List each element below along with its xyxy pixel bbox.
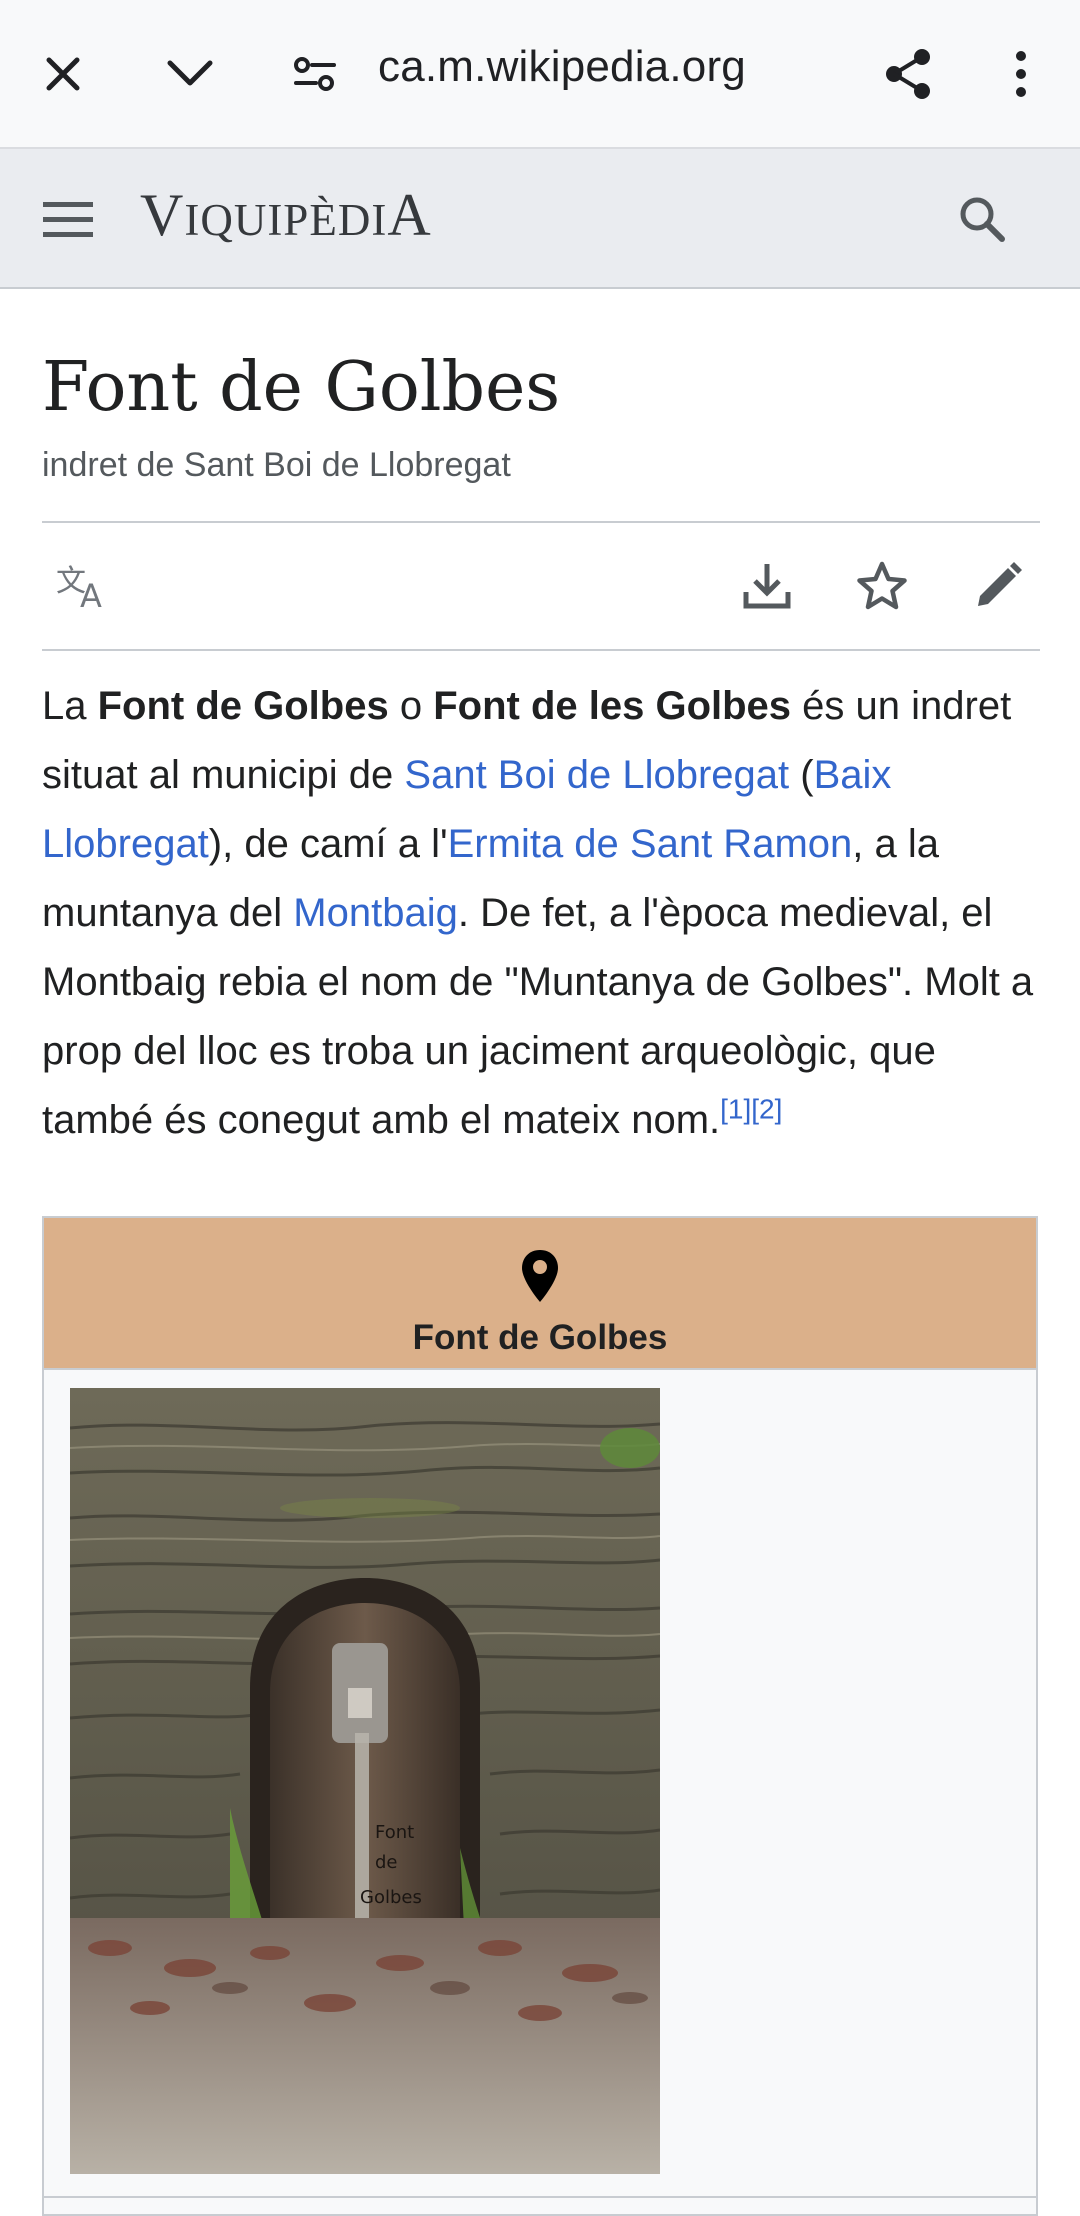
search-icon[interactable] (952, 189, 1012, 249)
page-title: Font de Golbes (42, 348, 561, 427)
intro-bold-alt-name: Font de les Golbes (433, 684, 792, 728)
citation-2[interactable]: [2] (751, 1094, 782, 1125)
actions-divider (42, 649, 1040, 651)
link-montbaig[interactable]: Montbaig (293, 891, 458, 935)
link-sant-boi[interactable]: Sant Boi de Llobregat (404, 753, 789, 797)
citations: [1][2] (720, 1094, 782, 1125)
svg-text:Golbes: Golbes (360, 1887, 422, 1908)
intro-text: ( (789, 753, 814, 797)
watch-star-icon[interactable] (852, 556, 912, 616)
share-icon[interactable] (878, 44, 938, 104)
citation-1[interactable]: [1] (720, 1094, 751, 1125)
link-ermita-sant-ramon[interactable]: Ermita de Sant Ramon (448, 822, 853, 866)
edit-pencil-icon[interactable] (968, 556, 1028, 616)
svg-text:Font: Font (375, 1822, 414, 1843)
wordmark-v: V (140, 182, 185, 248)
chevron-down-icon[interactable] (160, 44, 220, 104)
map-pin-icon (522, 1250, 558, 1302)
intro-bold-name: Font de Golbes (97, 684, 389, 728)
wiki-header: VIQUIPÈDIA (0, 149, 1080, 289)
download-icon[interactable] (737, 556, 797, 616)
menu-icon[interactable] (38, 189, 98, 249)
infobox-header: Font de Golbes (44, 1218, 1036, 1370)
page-subtitle: indret de Sant Boi de Llobregat (42, 446, 511, 484)
close-tab-icon[interactable] (33, 44, 93, 104)
svg-text:de: de (375, 1852, 398, 1873)
infobox-row-divider (44, 2196, 1036, 2198)
language-icon[interactable]: 文 A (54, 556, 114, 616)
intro-text: La (42, 684, 98, 728)
wordmark-middle: IQUIPÈDI (184, 195, 388, 245)
browser-toolbar: ca.m.wikipedia.org (0, 0, 1080, 147)
more-options-icon[interactable] (991, 44, 1051, 104)
url-field[interactable]: ca.m.wikipedia.org (378, 42, 746, 92)
title-divider (42, 521, 1040, 523)
intro-text: o (388, 684, 434, 728)
infobox: Font de Golbes Font de Golbes (42, 1216, 1038, 2216)
intro-text: ), de camí a l' (208, 822, 448, 866)
infobox-title: Font de Golbes (412, 1318, 668, 1357)
wiki-wordmark[interactable]: VIQUIPÈDIA (140, 181, 432, 250)
svg-text:A: A (80, 577, 102, 611)
intro-paragraph: La Font de Golbes o Font de les Golbes é… (42, 672, 1052, 1155)
fountain-photo[interactable]: Font de Golbes (70, 1388, 660, 2174)
wordmark-a: A (387, 182, 432, 248)
site-settings-icon[interactable] (285, 44, 345, 104)
